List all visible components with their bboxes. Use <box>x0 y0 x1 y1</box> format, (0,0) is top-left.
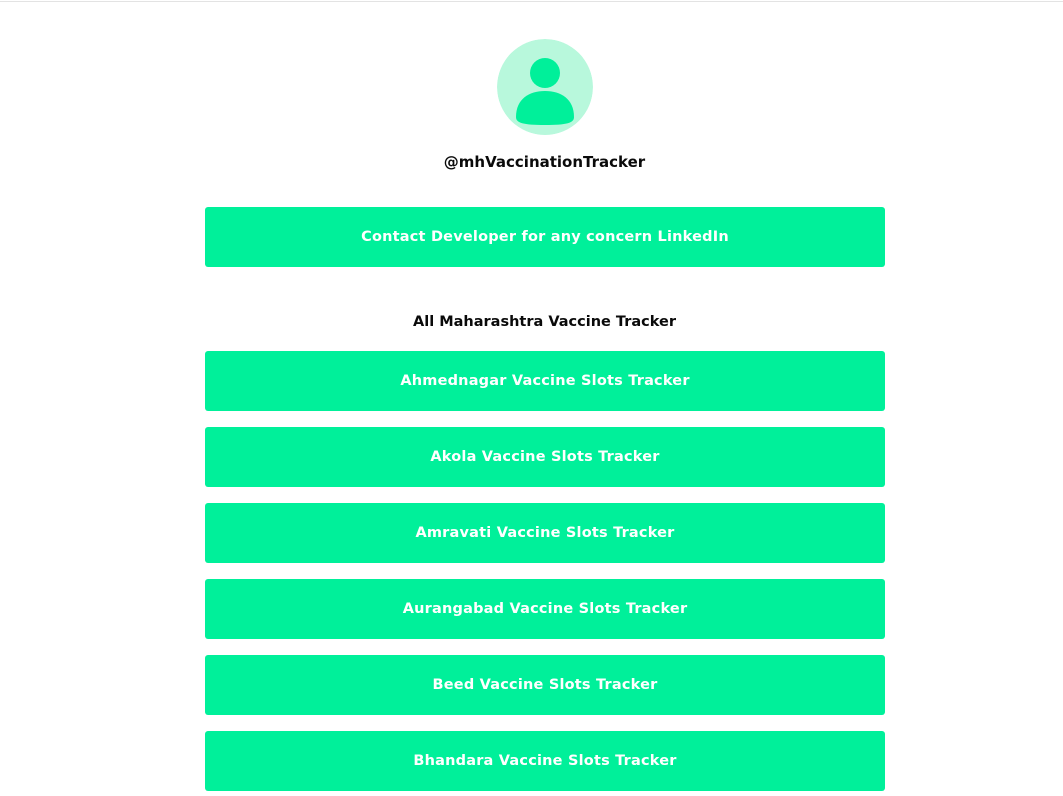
link-bhandara[interactable]: Bhandara Vaccine Slots Tracker <box>205 731 885 791</box>
link-amravati[interactable]: Amravati Vaccine Slots Tracker <box>205 503 885 563</box>
district-link-list: Ahmednagar Vaccine Slots Tracker Akola V… <box>0 0 1063 796</box>
page: @mhVaccinationTracker Contact Developer … <box>0 0 1063 796</box>
link-beed[interactable]: Beed Vaccine Slots Tracker <box>205 655 885 715</box>
link-ahmednagar[interactable]: Ahmednagar Vaccine Slots Tracker <box>205 351 885 411</box>
link-aurangabad[interactable]: Aurangabad Vaccine Slots Tracker <box>205 579 885 639</box>
link-akola[interactable]: Akola Vaccine Slots Tracker <box>205 427 885 487</box>
